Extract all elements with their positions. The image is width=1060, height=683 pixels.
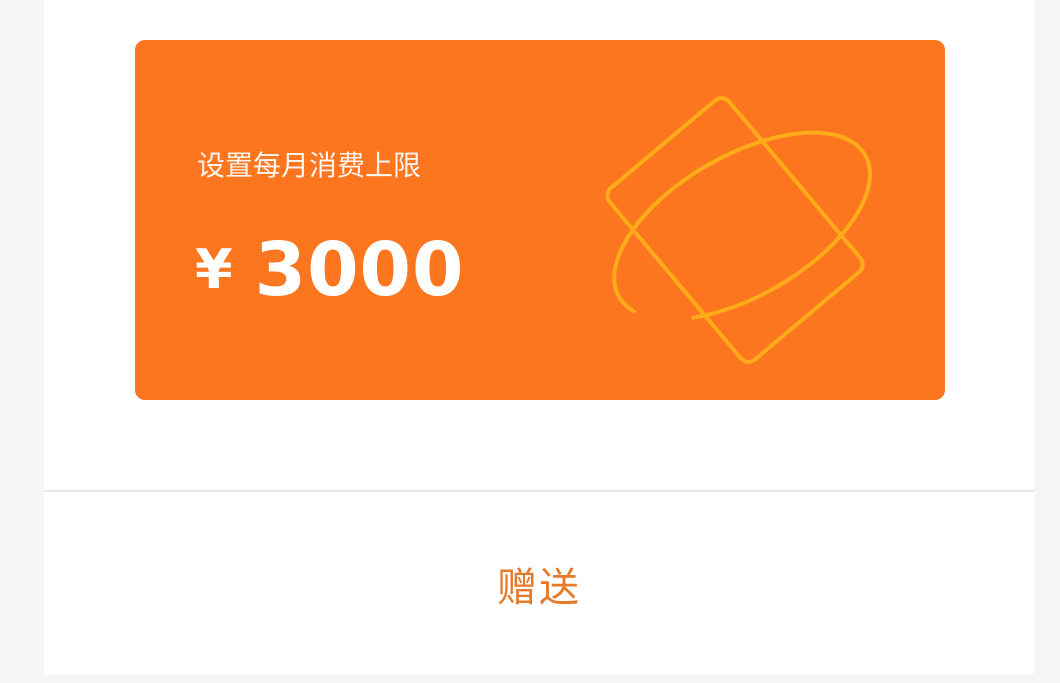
amount-display: ¥ 3000 [195, 225, 465, 315]
amount-value: 3000 [254, 227, 465, 313]
card-orbit-icon [605, 96, 872, 364]
content-sheet: 设置每月消费上限 ¥ 3000 赠送 [44, 0, 1034, 675]
spending-limit-card[interactable]: 设置每月消费上限 ¥ 3000 [135, 40, 945, 400]
card-title: 设置每月消费上限 [197, 149, 422, 182]
gift-button[interactable]: 赠送 [44, 492, 1034, 675]
currency-symbol: ¥ [195, 238, 233, 301]
gift-button-label: 赠送 [497, 564, 581, 611]
